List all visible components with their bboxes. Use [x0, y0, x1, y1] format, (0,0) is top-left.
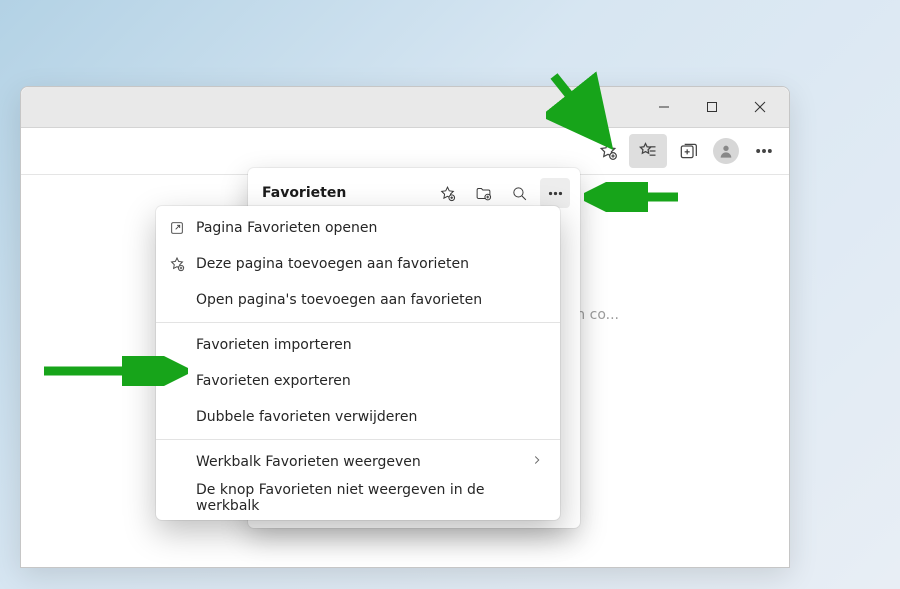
fav-add-page-button[interactable] [432, 178, 462, 208]
star-add-icon [439, 185, 456, 202]
star-add-icon [598, 141, 618, 161]
favorites-popover-title: Favorieten [262, 185, 426, 201]
chevron-right-icon [530, 453, 544, 471]
menu-item-label: Favorieten exporteren [196, 373, 351, 389]
minimize-icon [658, 101, 670, 113]
maximize-button[interactable] [689, 92, 735, 122]
minimize-button[interactable] [641, 92, 687, 122]
menu-add-open-pages[interactable]: Open pagina's toevoegen aan favorieten [156, 282, 560, 318]
settings-more-button[interactable] [745, 134, 783, 168]
close-icon [754, 101, 766, 113]
menu-remove-duplicates[interactable]: Dubbele favorieten verwijderen [156, 399, 560, 435]
window-controls [641, 92, 789, 122]
menu-item-label: Open pagina's toevoegen aan favorieten [196, 292, 482, 308]
more-icon [547, 185, 564, 202]
fav-add-folder-button[interactable] [468, 178, 498, 208]
more-icon [754, 141, 774, 161]
open-new-icon [168, 219, 186, 237]
close-button[interactable] [737, 92, 783, 122]
collections-icon [678, 141, 698, 161]
collections-button[interactable] [669, 134, 707, 168]
desktop-background: n co... Favorieten [0, 0, 900, 589]
add-favorite-button[interactable] [589, 134, 627, 168]
search-icon [511, 185, 528, 202]
menu-item-label: Dubbele favorieten verwijderen [196, 409, 417, 425]
menu-separator [156, 439, 560, 440]
menu-export-favorites[interactable]: Favorieten exporteren [156, 363, 560, 399]
menu-separator [156, 322, 560, 323]
profile-icon [718, 143, 734, 159]
fav-search-button[interactable] [504, 178, 534, 208]
favorites-more-menu: Pagina Favorieten openen Deze pagina toe… [156, 206, 560, 520]
menu-item-label: Deze pagina toevoegen aan favorieten [196, 256, 469, 272]
favorites-icon [638, 141, 658, 161]
menu-import-favorites[interactable]: Favorieten importeren [156, 327, 560, 363]
fav-more-button[interactable] [540, 178, 570, 208]
menu-item-label: Favorieten importeren [196, 337, 352, 353]
profile-button[interactable] [713, 138, 739, 164]
favorites-button[interactable] [629, 134, 667, 168]
menu-show-favorites-toolbar[interactable]: Werkbalk Favorieten weergeven [156, 444, 560, 480]
star-add-icon [168, 255, 186, 273]
menu-item-label: De knop Favorieten niet weergeven in de … [196, 482, 544, 514]
menu-open-favorites-page[interactable]: Pagina Favorieten openen [156, 210, 560, 246]
maximize-icon [706, 101, 718, 113]
menu-item-label: Pagina Favorieten openen [196, 220, 377, 236]
menu-hide-favorites-button[interactable]: De knop Favorieten niet weergeven in de … [156, 480, 560, 516]
window-titlebar [21, 87, 789, 128]
menu-item-label: Werkbalk Favorieten weergeven [196, 454, 421, 470]
folder-add-icon [475, 185, 492, 202]
background-truncated-text: n co... [576, 307, 619, 323]
menu-add-page-to-favorites[interactable]: Deze pagina toevoegen aan favorieten [156, 246, 560, 282]
